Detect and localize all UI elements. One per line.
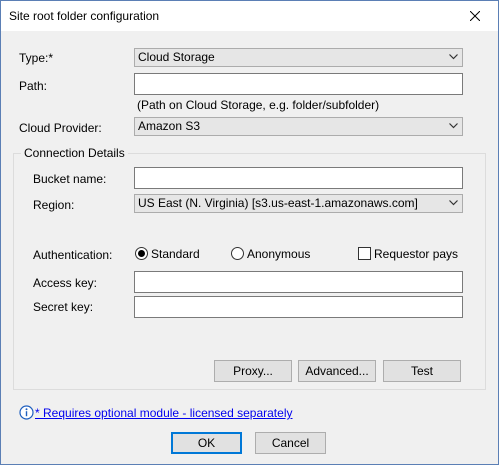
dialog-title: Site root folder configuration [9,9,160,23]
proxy-button[interactable]: Proxy... [214,360,292,382]
path-label: Path: [19,79,48,93]
auth-anonymous-radio[interactable] [231,247,244,260]
secret-key-input[interactable] [134,296,463,318]
auth-anonymous-label[interactable]: Anonymous [247,247,310,261]
region-dropdown[interactable]: US East (N. Virginia) [s3.us-east-1.amaz… [134,194,463,213]
cloud-provider-label: Cloud Provider: [19,121,102,135]
region-label: Region: [33,198,75,212]
chevron-down-icon [449,54,458,60]
auth-standard-label[interactable]: Standard [151,247,200,261]
close-button[interactable] [452,1,498,31]
cloud-provider-dropdown[interactable]: Amazon S3 [134,117,463,136]
requestor-pays-checkbox[interactable] [358,247,371,260]
cancel-button[interactable]: Cancel [255,432,326,454]
ok-button[interactable]: OK [171,432,242,454]
chevron-down-icon [449,123,458,129]
path-hint: (Path on Cloud Storage, e.g. folder/subf… [137,98,380,112]
type-dropdown[interactable]: Cloud Storage [134,48,463,67]
connection-details-caption: Connection Details [21,146,128,160]
path-input[interactable] [134,73,463,95]
region-selected-value: US East (N. Virginia) [s3.us-east-1.amaz… [138,196,418,210]
authentication-label: Authentication: [33,248,113,262]
bucket-name-label: Bucket name: [33,172,107,186]
bucket-name-input[interactable] [134,167,463,189]
close-icon [470,11,480,21]
requestor-pays-label[interactable]: Requestor pays [374,247,458,261]
secret-key-label: Secret key: [33,300,94,314]
title-bar: Site root folder configuration [1,1,498,31]
test-button[interactable]: Test [383,360,461,382]
advanced-button[interactable]: Advanced... [298,360,376,382]
access-key-label: Access key: [33,276,98,290]
access-key-input[interactable] [134,271,463,293]
dialog-window: Site root folder configuration Type:* Cl… [0,0,499,465]
type-selected-value: Cloud Storage [138,50,215,64]
chevron-down-icon [449,200,458,206]
auth-standard-radio[interactable] [135,247,148,260]
info-icon [19,405,34,420]
optional-module-link[interactable]: * Requires optional module - licensed se… [35,406,292,420]
type-label: Type:* [19,51,54,65]
cloud-provider-selected-value: Amazon S3 [138,119,201,133]
